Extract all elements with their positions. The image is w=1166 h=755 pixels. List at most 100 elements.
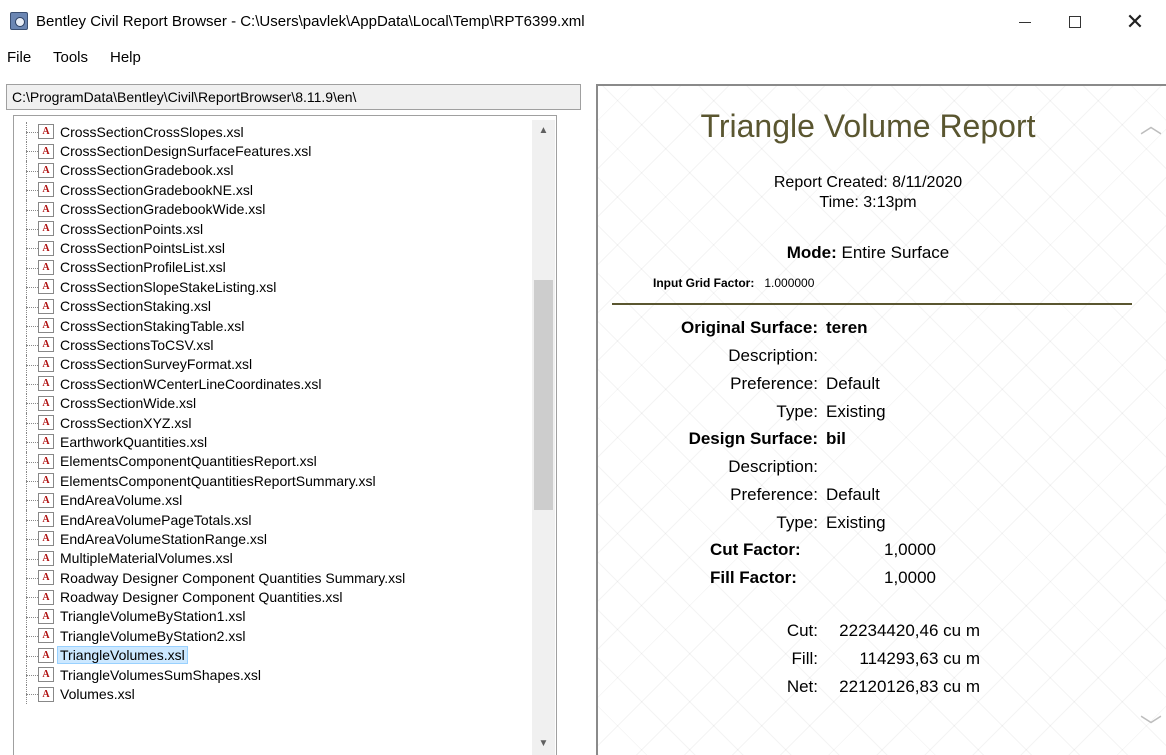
report-mode: Mode: Entire Surface	[598, 243, 1138, 263]
scroll-down-arrow-icon[interactable]: ▼	[532, 733, 555, 753]
file-list-item[interactable]: A CrossSectionXYZ.xsl	[14, 412, 534, 434]
file-list-item[interactable]: A Roadway Designer Component Quantities S…	[14, 567, 534, 589]
xsl-file-icon: A	[38, 570, 54, 586]
xsl-file-icon: A	[38, 395, 54, 411]
file-list-item-label: EndAreaVolumePageTotals.xsl	[60, 511, 252, 528]
file-list-item-label: TriangleVolumeByStation2.xsl	[60, 627, 246, 644]
xsl-file-icon: A	[38, 589, 54, 605]
cut-factor-value: 1,0000	[884, 540, 936, 559]
file-list-item[interactable]: A EndAreaVolumePageTotals.xsl	[14, 509, 534, 531]
menu-help[interactable]: Help	[110, 49, 141, 66]
xsl-file-icon: A	[38, 376, 54, 392]
original-type-label: Type:	[776, 402, 818, 421]
file-tree-scrollbar[interactable]: ▲ ▼	[532, 120, 555, 755]
xsl-file-icon: A	[38, 415, 54, 431]
fill-factor-value: 1,0000	[884, 568, 936, 587]
report-time: Time: 3:13pm	[819, 194, 917, 211]
file-list-item[interactable]: A EarthworkQuantities.xsl	[14, 432, 534, 453]
file-list-item-label: Roadway Designer Component Quantities.xs…	[60, 589, 343, 606]
report-folder-path: C:\ProgramData\Bentley\Civil\ReportBrows…	[6, 84, 581, 110]
xsl-file-icon: A	[38, 453, 54, 469]
file-list-item-label: EndAreaVolumeStationRange.xsl	[60, 530, 268, 547]
original-surface-value: teren	[826, 318, 868, 337]
xsl-file-icon: A	[38, 318, 54, 334]
xsl-file-icon: A	[38, 473, 54, 489]
file-list-item[interactable]: A ElementsComponentQuantitiesReport.xsl	[14, 451, 534, 473]
window-title: Bentley Civil Report Browser - C:\Users\…	[36, 13, 585, 30]
design-surface-label: Design Surface:	[688, 429, 818, 448]
file-list-item[interactable]: A Roadway Designer Component Quantities.x…	[14, 587, 534, 608]
file-list-item[interactable]: A ElementsComponentQuantitiesReportSummar…	[14, 471, 534, 492]
file-list-item[interactable]: A CrossSectionDesignSurfaceFeatures.xsl	[14, 141, 534, 162]
maximize-button[interactable]	[1052, 0, 1098, 44]
file-list-item[interactable]: A CrossSectionWCenterLineCoordinates.xsl	[14, 374, 534, 395]
app-icon	[10, 12, 28, 30]
report-file-tree: A CrossSectionCrossSlopes.xsl A CrossSectio…	[13, 115, 557, 755]
scroll-up-arrow-icon[interactable]: ▲	[532, 120, 555, 140]
mode-value: Entire Surface	[841, 243, 950, 262]
file-list-item[interactable]: A CrossSectionWide.xsl	[14, 393, 534, 414]
xsl-file-icon: A	[38, 686, 54, 702]
file-list-item[interactable]: A CrossSectionSlopeStakeListing.xsl	[14, 277, 534, 298]
file-list-item[interactable]: A CrossSectionCrossSlopes.xsl	[14, 122, 534, 143]
file-list-item[interactable]: A TriangleVolumeByStation1.xsl	[14, 606, 534, 628]
report-created-date: Report Created: 8/11/2020	[773, 174, 963, 191]
mode-label: Mode:	[786, 243, 837, 262]
file-list-item[interactable]: A EndAreaVolumeStationRange.xsl	[14, 529, 534, 550]
file-list-item-label: Roadway Designer Component Quantities Su…	[60, 569, 406, 586]
file-list-item[interactable]: A MultipleMaterialVolumes.xsl	[14, 548, 534, 570]
file-list-item[interactable]: A CrossSectionSurveyFormat.xsl	[14, 354, 534, 376]
file-list-item[interactable]: A CrossSectionStakingTable.xsl	[14, 315, 534, 337]
design-surface-value: bil	[826, 429, 846, 448]
file-list-item-label: CrossSectionWCenterLineCoordinates.xsl	[60, 375, 322, 392]
close-button[interactable]: ✕	[1112, 0, 1158, 44]
report-scroll-up-icon[interactable]: ︿	[1140, 108, 1162, 140]
xsl-file-icon: A	[38, 124, 54, 140]
file-list-item[interactable]: A CrossSectionProfileList.xsl	[14, 257, 534, 279]
file-list-item[interactable]: A TriangleVolumeByStation2.xsl	[14, 626, 534, 647]
minimize-icon	[1019, 21, 1031, 23]
xsl-file-icon: A	[38, 221, 54, 237]
design-type-label: Type:	[776, 513, 818, 532]
file-list-item-label: CrossSectionPoints.xsl	[60, 220, 204, 237]
report-scroll-down-icon[interactable]: ﹀	[1140, 709, 1162, 741]
minimize-button[interactable]	[1002, 0, 1048, 44]
scroll-thumb[interactable]	[534, 280, 553, 510]
design-description-label: Description:	[728, 457, 818, 476]
file-list-item[interactable]: A CrossSectionPoints.xsl	[14, 218, 534, 240]
file-list-item[interactable]: A EndAreaVolume.xsl	[14, 490, 534, 511]
file-list: A CrossSectionCrossSlopes.xsl A CrossSectio…	[14, 122, 534, 705]
file-list-item-label: CrossSectionsToCSV.xsl	[60, 336, 214, 353]
file-list-item[interactable]: A CrossSectionStaking.xsl	[14, 296, 534, 317]
xsl-file-icon: A	[38, 550, 54, 566]
file-list-item-label: CrossSectionGradebook.xsl	[60, 162, 234, 179]
file-list-item[interactable]: A TriangleVolumesSumShapes.xsl	[14, 664, 534, 686]
net-label: Net:	[786, 677, 818, 696]
grid-factor-value: 1.000000	[764, 276, 815, 290]
cut-factor-label: Cut Factor:	[710, 540, 801, 559]
xsl-file-icon: A	[38, 279, 54, 295]
file-list-item-label: CrossSectionDesignSurfaceFeatures.xsl	[60, 143, 312, 160]
file-list-item[interactable]: A TriangleVolumes.xsl	[14, 645, 534, 666]
file-list-item[interactable]: A CrossSectionGradebookNE.xsl	[14, 180, 534, 201]
title-bar: Bentley Civil Report Browser - C:\Users\…	[0, 0, 1166, 44]
input-grid-factor: Input Grid Factor: 1.000000	[653, 276, 814, 290]
file-list-item[interactable]: A CrossSectionPointsList.xsl	[14, 238, 534, 259]
xsl-file-icon: A	[38, 608, 54, 624]
file-list-item[interactable]: A Volumes.xsl	[14, 684, 534, 705]
file-list-item-label: CrossSectionWide.xsl	[60, 395, 197, 412]
xsl-file-icon: A	[38, 298, 54, 314]
menu-tools[interactable]: Tools	[53, 49, 88, 66]
file-list-item[interactable]: A CrossSectionGradebookWide.xsl	[14, 199, 534, 220]
xsl-file-icon: A	[38, 356, 54, 372]
xsl-file-icon: A	[38, 647, 54, 663]
file-list-item-label: CrossSectionXYZ.xsl	[60, 414, 192, 431]
file-list-item-label: CrossSectionPointsList.xsl	[60, 240, 225, 257]
file-list-item-label: CrossSectionGradebookWide.xsl	[60, 201, 266, 218]
file-list-item-label: TriangleVolumesSumShapes.xsl	[60, 666, 262, 683]
menu-file[interactable]: File	[7, 49, 31, 66]
cut-value: 22234420,46 cu m	[839, 621, 980, 640]
file-list-item[interactable]: A CrossSectionGradebook.xsl	[14, 160, 534, 182]
file-list-item[interactable]: A CrossSectionsToCSV.xsl	[14, 335, 534, 356]
file-list-item-label: CrossSectionStakingTable.xsl	[60, 317, 245, 334]
